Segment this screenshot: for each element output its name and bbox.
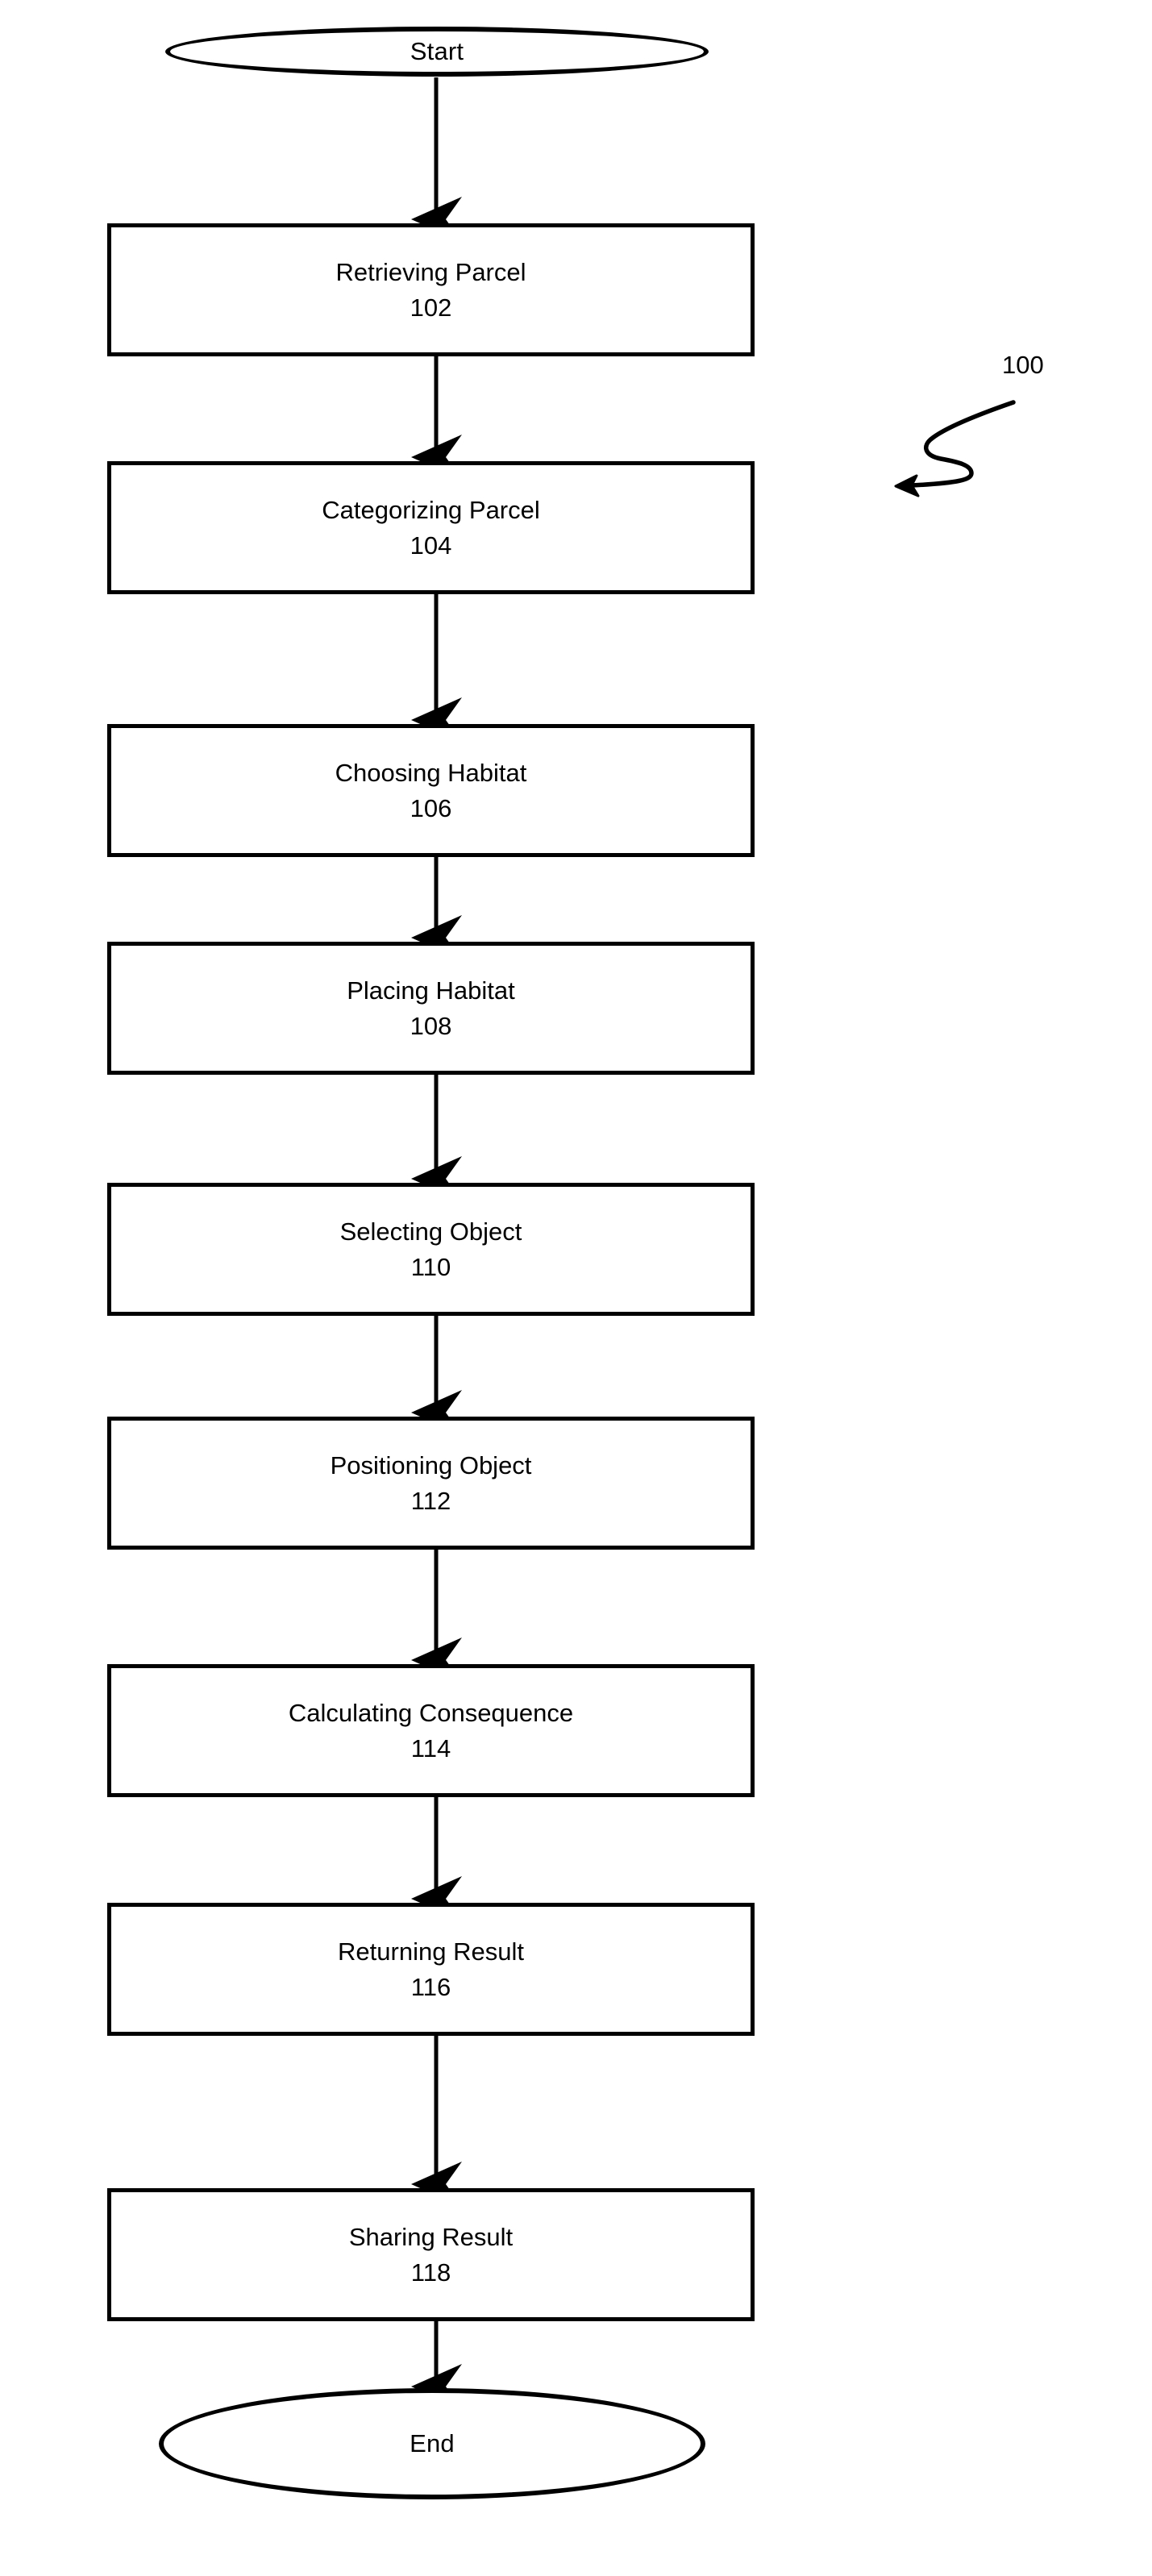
node-reference: 118 [410, 2258, 451, 2287]
node-returning-result[interactable]: Returning Result 116 [107, 1903, 755, 2036]
node-calculating-consequence[interactable]: Calculating Consequence 114 [107, 1664, 755, 1797]
node-reference: 110 [410, 1252, 451, 1281]
node-positioning-object[interactable]: Positioning Object 112 [107, 1417, 755, 1550]
node-choosing-habitat[interactable]: Choosing Habitat 106 [107, 724, 755, 857]
curly-pointer-arrow-icon [894, 400, 1016, 497]
node-retrieving-parcel[interactable]: Retrieving Parcel 102 [107, 223, 755, 356]
node-sharing-result[interactable]: Sharing Result 118 [107, 2188, 755, 2321]
node-reference: 104 [410, 531, 452, 560]
figure-reference-number: 100 [1002, 351, 1044, 379]
node-label: Choosing Habitat [335, 758, 527, 787]
node-reference: 116 [410, 1972, 451, 2001]
node-categorizing-parcel[interactable]: Categorizing Parcel 104 [107, 461, 755, 594]
node-label: Placing Habitat [347, 976, 515, 1005]
flowchart-canvas: Start Retrieving Parcel 102 Categorizing… [0, 0, 1152, 2576]
node-selecting-object[interactable]: Selecting Object 110 [107, 1183, 755, 1316]
node-label: Selecting Object [339, 1217, 522, 1246]
node-label: Positioning Object [330, 1450, 532, 1479]
node-reference: 112 [410, 1486, 451, 1515]
node-start-label: Start [410, 37, 464, 66]
node-placing-habitat[interactable]: Placing Habitat 108 [107, 942, 755, 1075]
node-label: Sharing Result [348, 2222, 514, 2251]
node-end-label: End [410, 2429, 455, 2458]
node-label: Categorizing Parcel [322, 495, 540, 524]
node-start[interactable]: Start [165, 27, 709, 77]
node-end[interactable]: End [159, 2388, 705, 2499]
node-reference: 106 [410, 793, 452, 822]
node-reference: 102 [410, 293, 452, 322]
node-label: Retrieving Parcel [335, 257, 526, 286]
node-label: Calculating Consequence [288, 1698, 574, 1727]
node-reference: 108 [410, 1011, 452, 1040]
node-label: Returning Result [338, 1937, 524, 1966]
node-reference: 114 [410, 1733, 451, 1762]
